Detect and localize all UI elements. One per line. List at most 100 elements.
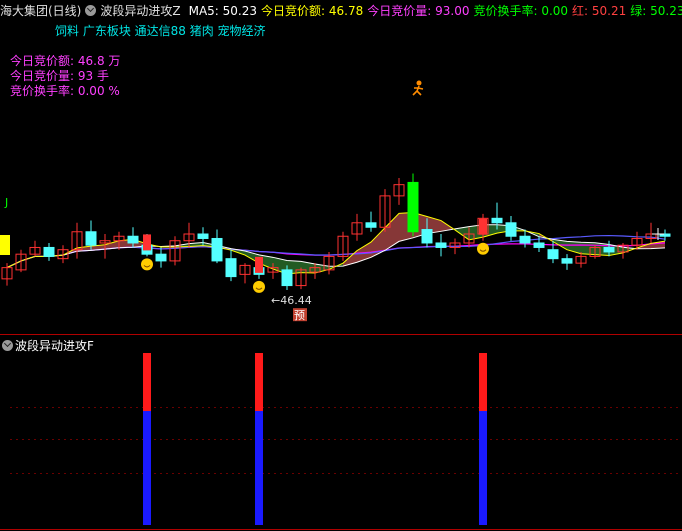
grid-dot [124,439,126,440]
grid-dot [610,473,612,474]
grid-dot [106,439,108,440]
grid-dot [490,473,492,474]
grid-dot [202,407,204,408]
grid-dot [472,473,474,474]
grid-dot [16,407,18,408]
grid-dot [112,473,114,474]
grid-dot [628,407,630,408]
grid-dot [598,473,600,474]
grid-dot [370,473,372,474]
grid-dot [280,473,282,474]
grid-dot [334,439,336,440]
grid-dot [526,473,528,474]
grid-dot [646,407,648,408]
grid-dot [40,407,42,408]
grid-dot [406,439,408,440]
grid-dot [388,439,390,440]
grid-dot [94,473,96,474]
grid-dot [418,439,420,440]
grid-dot [298,439,300,440]
grid-dot [376,439,378,440]
grid-dot [520,407,522,408]
grid-dot [658,407,660,408]
grid-dot [46,473,48,474]
indicator-name[interactable]: 波段异动进攻Z [85,4,184,18]
grid-dot [76,473,78,474]
grid-dot [34,407,36,408]
grid-dot [550,473,552,474]
grid-dot [298,473,300,474]
grid-dot [406,407,408,408]
ribbon-segment [581,242,595,255]
grid-dot [430,407,432,408]
grid-dot [646,439,648,440]
grid-dot [322,473,324,474]
grid-dot [166,473,168,474]
grid-dot [508,407,510,408]
grid-dot [358,439,360,440]
grid-dot [394,473,396,474]
grid-dot [604,473,606,474]
grid-dot [454,473,456,474]
grid-dot [130,473,132,474]
grid-dot [436,439,438,440]
candle-body [603,246,615,253]
grid-dot [346,473,348,474]
grid-dot [328,473,330,474]
grid-dot [58,473,60,474]
grid-dot [466,439,468,440]
signal-bar [255,256,263,273]
grid-dot [304,473,306,474]
grid-dot [202,439,204,440]
candle-body [491,217,503,224]
grid-dot [418,473,420,474]
grid-dot [100,439,102,440]
grid-dot [364,473,366,474]
grid-dot [154,407,156,408]
grid-dot [184,407,186,408]
grid-dot [598,407,600,408]
grid-dot [286,407,288,408]
grid-dot [22,439,24,440]
grid-dot [112,439,114,440]
grid-dot [292,473,294,474]
grid-dot [238,439,240,440]
grid-dot [328,407,330,408]
grid-dot [370,407,372,408]
grid-dot [502,473,504,474]
grid-dot [16,439,18,440]
grid-dot [70,407,72,408]
grid-dot [400,473,402,474]
grid-dot [166,407,168,408]
grid-dot [268,407,270,408]
grid-dot [568,473,570,474]
grid-dot [154,439,156,440]
grid-dot [424,473,426,474]
candle-body [561,258,573,264]
grid-dot [310,407,312,408]
grid-dot [334,407,336,408]
grid-dot [10,407,12,408]
grid-dot [556,473,558,474]
grid-dot [274,439,276,440]
grid-dot [244,473,246,474]
grid-dot [52,439,54,440]
grid-dot [232,407,234,408]
grid-dot [496,439,498,440]
grid-dot [544,439,546,440]
grid-dot [574,407,576,408]
grid-dot [628,473,630,474]
stock-name[interactable]: 海大集团(日线) [0,4,81,18]
grid-dot [352,407,354,408]
grid-dot [442,407,444,408]
dropdown-icon [85,5,97,16]
grid-dot [184,473,186,474]
runner-head [416,80,422,86]
sub-indicator-chart[interactable] [0,335,682,531]
grid-dot [676,407,678,408]
grid-dot [574,439,576,440]
grid-dot [586,473,588,474]
grid-dot [406,473,408,474]
grid-dot [232,473,234,474]
candlestick-chart[interactable]: J ←46.44 预 [0,40,682,334]
